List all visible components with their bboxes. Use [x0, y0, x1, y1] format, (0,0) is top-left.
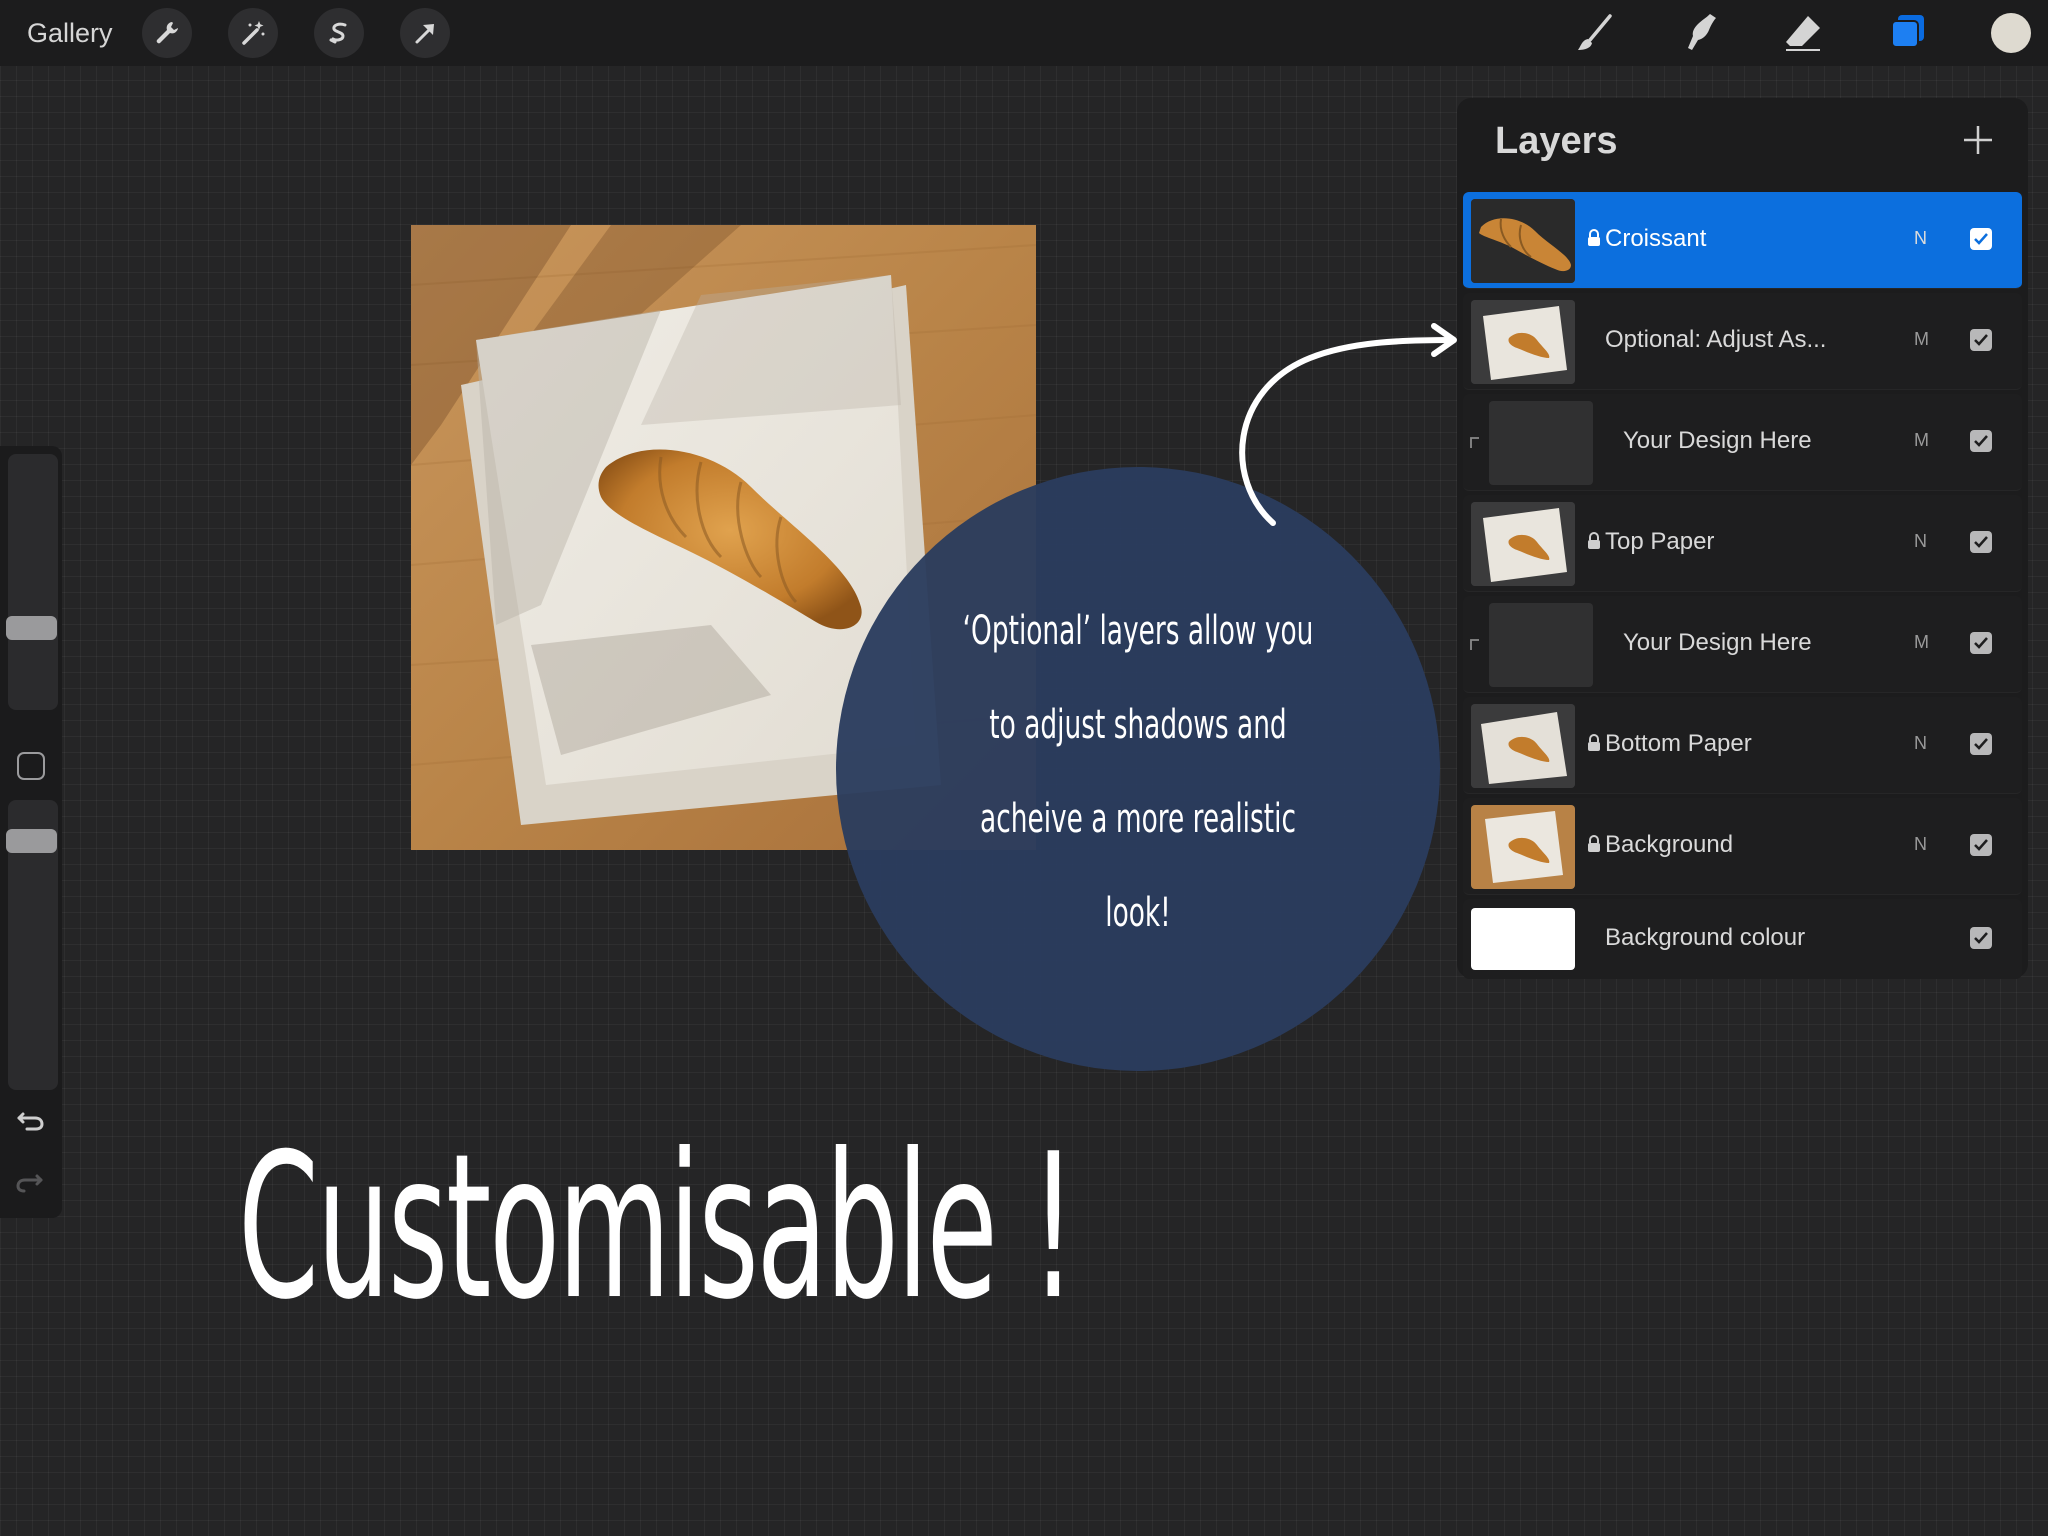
visibility-checkbox[interactable] — [1970, 430, 1992, 452]
modify-button[interactable] — [17, 752, 45, 780]
left-sidebar — [0, 446, 62, 1218]
procreate-workspace: Gallery ‘Optional’ layers allow you to a… — [0, 0, 2048, 1536]
undo-icon[interactable] — [13, 1102, 49, 1138]
checkmark-icon — [1974, 435, 1988, 447]
visibility-checkbox[interactable] — [1970, 228, 1992, 250]
blend-mode-button[interactable]: N — [1914, 730, 1927, 756]
layers-title: Layers — [1495, 120, 1618, 162]
blend-mode-button[interactable]: M — [1914, 326, 1929, 352]
clipping-mask-icon — [1470, 437, 1479, 448]
selection-icon — [329, 22, 347, 44]
layer-thumbnail — [1489, 401, 1593, 485]
lock-icon — [1588, 835, 1600, 852]
layer-row-background[interactable]: Background N — [1463, 798, 2022, 895]
layer-name: Your Design Here — [1623, 427, 1812, 454]
layer-name: Your Design Here — [1623, 629, 1812, 656]
layers-icon[interactable] — [1884, 10, 1930, 56]
layer-name: Top Paper — [1605, 528, 1715, 555]
eraser-icon[interactable] — [1780, 10, 1826, 56]
selection-button[interactable] — [314, 8, 364, 58]
blend-mode-button[interactable]: N — [1914, 528, 1927, 554]
layer-thumbnail — [1471, 199, 1575, 283]
visibility-checkbox[interactable] — [1970, 733, 1992, 755]
checkmark-icon — [1974, 932, 1988, 944]
checkmark-icon — [1974, 536, 1988, 548]
layer-thumbnail — [1489, 603, 1593, 687]
layer-name: Bottom Paper — [1605, 730, 1752, 757]
color-swatch[interactable] — [1991, 13, 2031, 53]
visibility-checkbox[interactable] — [1970, 531, 1992, 553]
opacity-thumb[interactable] — [6, 829, 57, 853]
layer-thumbnail — [1471, 805, 1575, 889]
layer-name: Optional: Adjust As... — [1605, 326, 1827, 353]
brush-size-slider[interactable] — [8, 454, 58, 710]
lock-icon — [1588, 532, 1600, 549]
adjustments-button[interactable] — [228, 8, 278, 58]
checkmark-icon — [1974, 233, 1988, 245]
layer-thumbnail — [1471, 908, 1575, 970]
visibility-checkbox[interactable] — [1970, 834, 1992, 856]
callout-text: ‘Optional’ layers allow you to adjust sh… — [962, 608, 1314, 936]
checkmark-icon — [1974, 738, 1988, 750]
pointer-arrow — [1239, 323, 1457, 526]
lock-icon — [1588, 734, 1600, 751]
actions-button[interactable] — [142, 8, 192, 58]
layer-row-your-design-2[interactable]: Your Design Here M — [1463, 596, 2022, 693]
blend-mode-button[interactable]: N — [1914, 225, 1927, 251]
layer-name: Croissant — [1605, 225, 1707, 252]
checkmark-icon — [1974, 637, 1988, 649]
gallery-button[interactable]: Gallery — [27, 15, 113, 51]
top-toolbar: Gallery — [0, 0, 2048, 66]
layer-row-your-design-1[interactable]: Your Design Here M — [1463, 394, 2022, 491]
layer-row-top-paper[interactable]: Top Paper N — [1463, 495, 2022, 592]
visibility-checkbox[interactable] — [1970, 632, 1992, 654]
add-layer-icon[interactable] — [1960, 122, 1996, 158]
layer-name: Background — [1605, 831, 1734, 858]
layer-thumbnail — [1471, 502, 1575, 586]
visibility-checkbox[interactable] — [1970, 927, 1992, 949]
layer-row-bottom-paper[interactable]: Bottom Paper N — [1463, 697, 2022, 794]
headline-text: Customisable ! — [238, 1111, 1077, 1344]
wrench-icon — [156, 22, 178, 44]
layer-row-croissant[interactable]: Croissant N — [1463, 192, 2022, 289]
layer-row-optional-adjust[interactable]: Optional: Adjust As... M — [1463, 293, 2022, 390]
layer-thumbnail — [1471, 300, 1575, 384]
brush-size-thumb[interactable] — [6, 616, 57, 640]
layer-name: Background colour — [1605, 924, 1806, 951]
blend-mode-button[interactable]: N — [1914, 831, 1927, 857]
blend-mode-button[interactable]: M — [1914, 629, 1929, 655]
visibility-checkbox[interactable] — [1970, 329, 1992, 351]
redo-icon[interactable] — [13, 1164, 49, 1200]
transform-arrow-icon — [415, 24, 434, 44]
layer-row-background-colour[interactable]: Background colour — [1463, 899, 2022, 979]
brush-icon[interactable] — [1572, 10, 1618, 56]
transform-button[interactable] — [400, 8, 450, 58]
checkmark-icon — [1974, 839, 1988, 851]
magic-wand-icon — [242, 21, 265, 45]
layer-thumbnail — [1471, 704, 1575, 788]
checkmark-icon — [1974, 334, 1988, 346]
blend-mode-button[interactable]: M — [1914, 427, 1929, 453]
lock-icon — [1588, 229, 1600, 246]
clipping-mask-icon — [1470, 639, 1479, 650]
smudge-icon[interactable] — [1676, 10, 1722, 56]
layers-panel: Layers Croissant N Optional: Adjust As..… — [1457, 98, 2028, 979]
